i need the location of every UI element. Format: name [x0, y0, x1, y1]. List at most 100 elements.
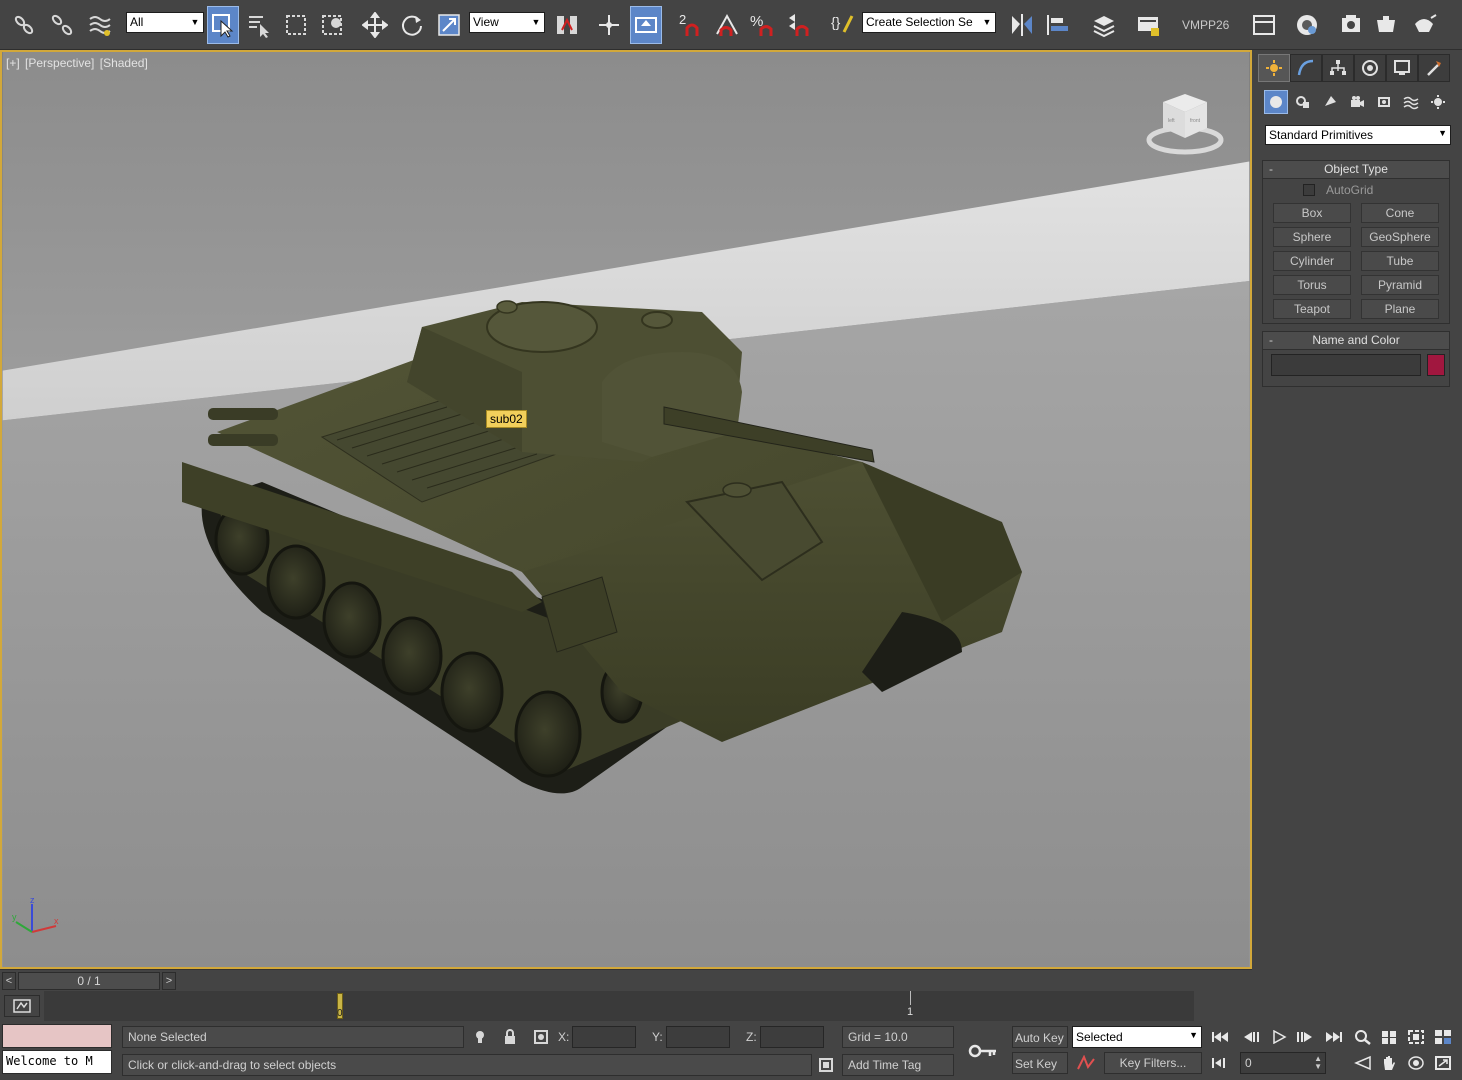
render-setup-icon[interactable]	[1335, 6, 1367, 44]
z-coordinate-field[interactable]	[760, 1026, 824, 1048]
layer-manager-icon[interactable]	[1088, 6, 1120, 44]
zoom-all-icon[interactable]	[1376, 1026, 1402, 1048]
torus-button[interactable]: Torus	[1273, 275, 1351, 295]
motion-tab-icon[interactable]	[1354, 54, 1386, 82]
object-name-field[interactable]	[1271, 354, 1421, 376]
box-button[interactable]: Box	[1273, 203, 1351, 223]
time-slider[interactable]: < 0 / 1 >	[0, 969, 1252, 991]
viewport-point-of-view-label[interactable]: [Perspective]	[25, 56, 94, 70]
collapse-icon[interactable]: -	[1269, 332, 1273, 349]
reference-coordinate-dropdown[interactable]: View ▼	[469, 12, 545, 33]
mirror-icon[interactable]	[1006, 6, 1038, 44]
perspective-viewport[interactable]: [+] [Perspective] [Shaded] left front su…	[0, 50, 1252, 969]
helpers-icon[interactable]	[1372, 90, 1396, 114]
frame-spinner-icon[interactable]: ▲ ▼	[1314, 1055, 1322, 1071]
viewcube[interactable]: left front	[1142, 90, 1228, 160]
go-to-end-icon[interactable]	[1320, 1026, 1346, 1048]
named-selection-sets-dropdown[interactable]: Create Selection Se ▼	[862, 12, 996, 33]
systems-icon[interactable]	[1426, 90, 1450, 114]
time-slider-prev-button[interactable]: <	[2, 972, 16, 990]
cylinder-button[interactable]: Cylinder	[1273, 251, 1351, 271]
align-icon[interactable]	[1042, 6, 1074, 44]
object-color-swatch[interactable]	[1427, 354, 1445, 376]
pan-view-icon[interactable]	[1376, 1052, 1402, 1074]
selection-filter-dropdown[interactable]: All ▼	[126, 12, 204, 33]
select-by-name-icon[interactable]	[243, 6, 275, 44]
y-coordinate-field[interactable]	[666, 1026, 730, 1048]
autogrid-check-box[interactable]	[1303, 184, 1315, 196]
object-type-rollout-header[interactable]: - Object Type	[1263, 161, 1449, 179]
shapes-icon[interactable]	[1291, 90, 1315, 114]
select-and-link-icon[interactable]	[8, 6, 40, 44]
previous-frame-icon[interactable]	[1238, 1026, 1264, 1048]
current-frame-field[interactable]: 0 ▲ ▼	[1240, 1052, 1326, 1074]
pyramid-button[interactable]: Pyramid	[1361, 275, 1439, 295]
create-tab-icon[interactable]	[1258, 54, 1290, 82]
autogrid-checkbox[interactable]: AutoGrid	[1303, 183, 1373, 197]
zoom-icon[interactable]	[1350, 1026, 1376, 1048]
zoom-extents-all-icon[interactable]	[1430, 1026, 1456, 1048]
primitive-category-dropdown[interactable]: Standard Primitives ▼	[1265, 125, 1451, 145]
next-frame-icon[interactable]	[1292, 1026, 1318, 1048]
tube-button[interactable]: Tube	[1361, 251, 1439, 271]
unlink-selection-icon[interactable]	[46, 6, 78, 44]
default-in-out-tangent-icon[interactable]	[1072, 1052, 1100, 1074]
select-object-icon[interactable]	[207, 6, 239, 44]
select-and-scale-icon[interactable]	[433, 6, 465, 44]
go-to-start-icon[interactable]	[1208, 1026, 1234, 1048]
play-animation-icon[interactable]	[1266, 1026, 1292, 1048]
material-editor-icon[interactable]	[1291, 6, 1323, 44]
trackbar-timeline[interactable]	[44, 991, 1194, 1021]
key-mode-dropdown[interactable]: Selected ▼	[1072, 1026, 1202, 1048]
modify-tab-icon[interactable]	[1290, 54, 1322, 82]
scene-explorer-icon[interactable]	[1132, 6, 1164, 44]
time-slider-next-button[interactable]: >	[162, 972, 176, 990]
rendered-frame-window-icon[interactable]	[1370, 6, 1402, 44]
use-pivot-point-center-icon[interactable]	[551, 6, 583, 44]
viewport-shading-label[interactable]: [Shaded]	[100, 56, 148, 70]
utilities-tab-icon[interactable]	[1418, 54, 1450, 82]
select-and-manipulate-icon[interactable]	[593, 6, 625, 44]
name-and-color-rollout-header[interactable]: - Name and Color	[1263, 332, 1449, 350]
percent-snap-toggle-icon[interactable]: %	[746, 6, 778, 44]
tank-model[interactable]	[2, 52, 1250, 967]
select-and-rotate-icon[interactable]	[396, 6, 428, 44]
window-crossing-icon[interactable]	[316, 6, 348, 44]
auto-key-button[interactable]: Auto Key	[1012, 1026, 1068, 1048]
display-tab-icon[interactable]	[1386, 54, 1418, 82]
add-time-tag-button[interactable]: Add Time Tag	[842, 1054, 954, 1076]
orbit-icon[interactable]	[1403, 1052, 1429, 1074]
maxscript-listener-output[interactable]	[2, 1024, 112, 1048]
sphere-button[interactable]: Sphere	[1273, 227, 1351, 247]
cameras-icon[interactable]	[1345, 90, 1369, 114]
key-filters-button[interactable]: Key Filters...	[1104, 1052, 1202, 1074]
viewcube-front-face[interactable]: front	[1190, 118, 1201, 124]
absolute-relative-transform-icon[interactable]	[531, 1027, 551, 1047]
selection-lock-icon[interactable]	[500, 1027, 520, 1047]
maxscript-listener-input[interactable]: Welcome to M	[2, 1050, 112, 1074]
zoom-extents-icon[interactable]	[1403, 1026, 1429, 1048]
geometry-icon[interactable]	[1264, 90, 1288, 114]
bind-to-space-warp-icon[interactable]	[84, 6, 116, 44]
key-mode-toggle-icon[interactable]	[1208, 1052, 1234, 1074]
isolate-selection-icon[interactable]	[470, 1027, 490, 1047]
set-key-button[interactable]: Set Key	[1012, 1052, 1068, 1074]
viewcube-left-face[interactable]: left	[1168, 118, 1175, 124]
set-keys-key-icon[interactable]	[960, 1027, 1006, 1075]
hierarchy-tab-icon[interactable]	[1322, 54, 1354, 82]
keyboard-shortcut-override-icon[interactable]	[630, 6, 662, 44]
lights-icon[interactable]	[1318, 90, 1342, 114]
trackbar[interactable]: 0 1	[0, 991, 1252, 1021]
plane-button[interactable]: Plane	[1361, 299, 1439, 319]
spinner-snap-toggle-icon[interactable]	[782, 6, 814, 44]
snaps-toggle-icon[interactable]: 2	[674, 6, 706, 44]
space-warps-icon[interactable]	[1399, 90, 1423, 114]
rectangular-selection-icon[interactable]	[280, 6, 312, 44]
teapot-button[interactable]: Teapot	[1273, 299, 1351, 319]
cone-button[interactable]: Cone	[1361, 203, 1439, 223]
viewport-label[interactable]: [+] [Perspective] [Shaded]	[6, 56, 150, 70]
curve-editor-mini-icon[interactable]	[4, 995, 40, 1017]
maximize-viewport-icon[interactable]	[1430, 1052, 1456, 1074]
viewport-menu-label[interactable]: [+]	[6, 56, 20, 70]
render-production-icon[interactable]	[1408, 6, 1440, 44]
